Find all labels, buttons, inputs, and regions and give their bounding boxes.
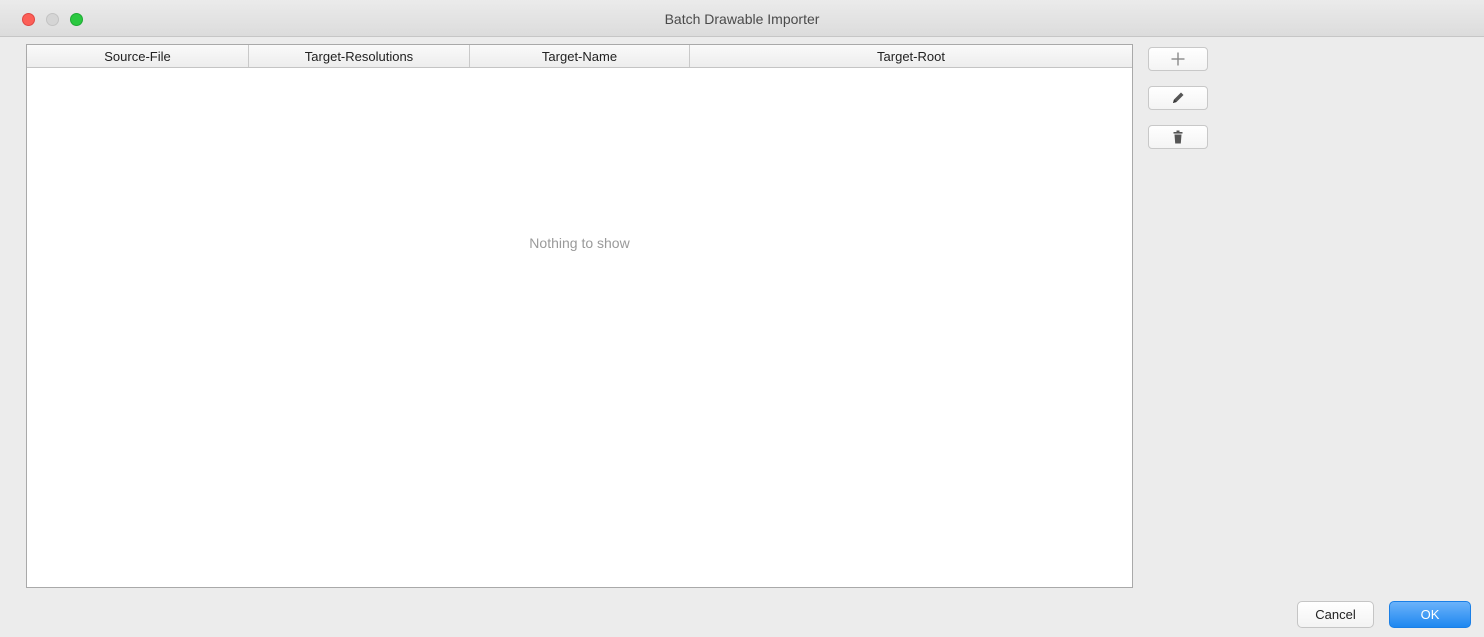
- window-title: Batch Drawable Importer: [664, 11, 820, 27]
- remove-button[interactable]: [1148, 125, 1208, 149]
- table-header: Source-File Target-Resolutions Target-Na…: [27, 45, 1132, 68]
- edit-button[interactable]: [1148, 86, 1208, 110]
- column-header-target-name[interactable]: Target-Name: [470, 45, 690, 67]
- column-header-target-root[interactable]: Target-Root: [690, 45, 1132, 67]
- title-bar[interactable]: Batch Drawable Importer: [0, 0, 1484, 37]
- empty-state-text: Nothing to show: [529, 235, 630, 251]
- add-button[interactable]: [1148, 47, 1208, 71]
- trash-icon: [1173, 130, 1183, 144]
- pencil-icon: [1173, 92, 1184, 103]
- column-header-source-file[interactable]: Source-File: [27, 45, 249, 67]
- plus-icon: [1171, 52, 1185, 66]
- ok-button[interactable]: OK: [1389, 601, 1471, 628]
- column-header-target-resolutions[interactable]: Target-Resolutions: [249, 45, 470, 67]
- batch-drawable-importer-window: Batch Drawable Importer Source-File Targ…: [0, 0, 1484, 637]
- import-table[interactable]: Source-File Target-Resolutions Target-Na…: [26, 44, 1133, 588]
- cancel-button[interactable]: Cancel: [1297, 601, 1374, 628]
